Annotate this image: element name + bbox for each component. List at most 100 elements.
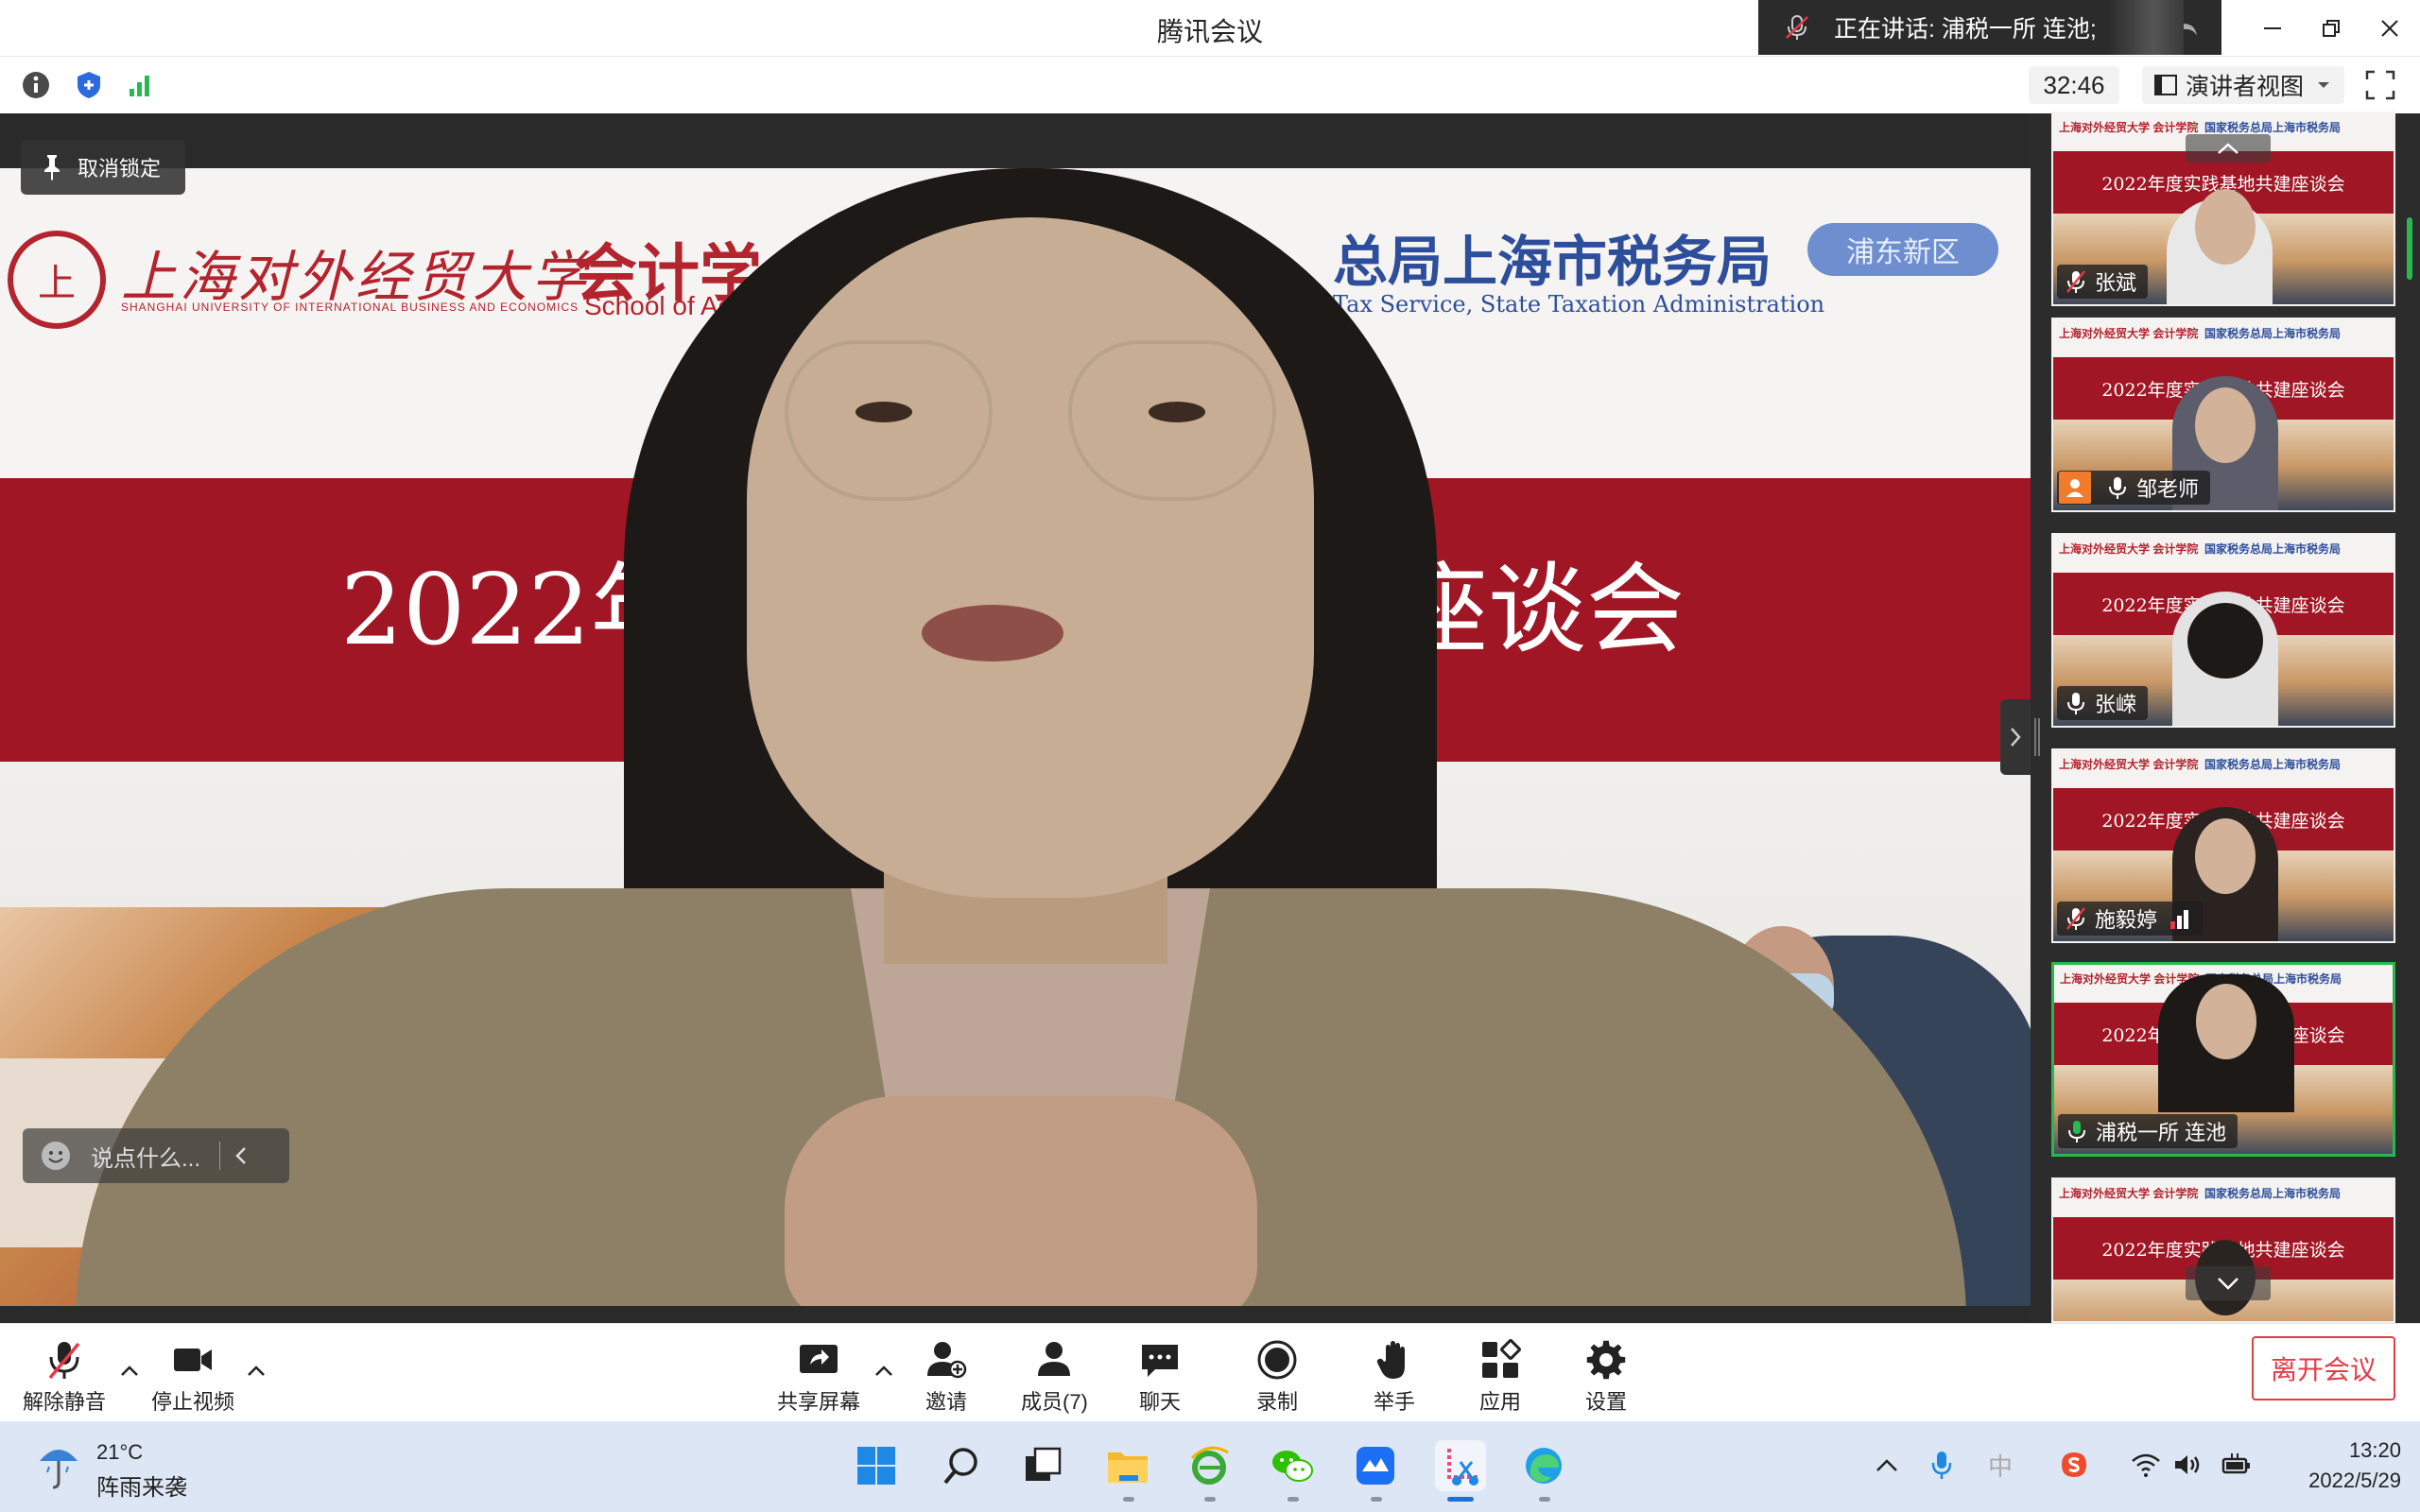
speaker-mouth	[922, 605, 1063, 662]
start-button[interactable]	[851, 1440, 902, 1491]
folder-icon	[1108, 1452, 1148, 1483]
tray-app-button[interactable]	[2057, 1448, 2091, 1482]
mic-muted-icon	[2066, 270, 2085, 293]
tencent-meeting-button[interactable]	[1350, 1440, 1401, 1491]
weather-description[interactable]: 阵雨来袭	[96, 1469, 187, 1502]
mic-icon	[2067, 693, 2084, 714]
speaker-hands	[785, 1096, 1257, 1323]
panel-resize-grip[interactable]	[2034, 718, 2040, 756]
participant-label: 邹老师	[2057, 471, 2211, 505]
restore-button[interactable]	[2312, 9, 2350, 47]
share-screen-icon	[800, 1345, 838, 1373]
tencent-meeting-icon	[1357, 1447, 1394, 1485]
battery-button[interactable]	[2220, 1448, 2254, 1482]
participant-face	[2195, 387, 2256, 463]
invite-button[interactable]: 邀请	[925, 1338, 968, 1418]
snipping-tool-icon	[1447, 1449, 1478, 1486]
unpin-button[interactable]: 取消锁定	[21, 140, 185, 195]
tile-logos: 上海对外经贸大学 会计学院 国家税务总局上海市税务局	[2059, 325, 2341, 341]
fullscreen-icon[interactable]	[2363, 68, 2397, 102]
umbrella-icon[interactable]	[36, 1438, 81, 1491]
edge-browser-indicator	[1539, 1497, 1550, 1502]
meeting-window: 腾讯会议 正在讲话: 浦税一所 连池; 32:46 演讲者视图 上 上海对外经贸…	[0, 0, 2420, 1421]
quick-chat-input[interactable]: 说点什么...	[23, 1128, 289, 1183]
stop-video-button[interactable]: 停止视频	[151, 1338, 234, 1418]
scroll-down-button[interactable]	[2186, 1266, 2271, 1300]
apps-grid-icon	[1482, 1339, 1521, 1378]
shield-icon	[78, 72, 100, 98]
clock-date[interactable]: 2022/5/29	[2250, 1469, 2401, 1493]
tile-logo-left: 上海对外经贸大学 会计学院	[2060, 972, 2200, 986]
speaking-indicator: 正在讲话: 浦税一所 连池;	[1758, 0, 2221, 55]
tile-logos: 上海对外经贸大学 会计学院 国家税务总局上海市税务局	[2059, 756, 2341, 772]
edge-browser-button[interactable]	[1518, 1440, 1569, 1491]
volume-button[interactable]	[2170, 1448, 2204, 1482]
taskbar-search-button[interactable]	[936, 1440, 987, 1491]
leave-meeting-button[interactable]: 离开会议	[2252, 1336, 2395, 1400]
search-icon	[943, 1448, 977, 1485]
tile-logo-right: 国家税务总局上海市税务局	[2204, 327, 2342, 340]
record-button[interactable]: 录制	[1255, 1338, 1299, 1418]
participant-name: 张嵘	[2095, 693, 2137, 716]
scroll-up-button[interactable]	[2186, 134, 2271, 163]
ime-indicator[interactable]: 中	[1983, 1448, 2017, 1482]
clock-time[interactable]: 13:20	[2307, 1438, 2401, 1463]
snipping-tool-button[interactable]	[1435, 1440, 1486, 1491]
meeting-toolbar	[0, 1323, 2420, 1421]
meeting-info-button[interactable]	[19, 68, 53, 102]
chat-bubble-icon	[1142, 1345, 1178, 1377]
weather-temperature[interactable]: 21°C	[96, 1440, 143, 1465]
file-explorer-button[interactable]	[1102, 1440, 1153, 1491]
collapse-panel-button[interactable]	[2000, 699, 2031, 775]
raise-hand-button[interactable]: 举手	[1373, 1338, 1416, 1418]
tile-logo-left: 上海对外经贸大学 会计学院	[2059, 758, 2199, 771]
minimize-button[interactable]	[2254, 9, 2291, 47]
avatar	[2059, 472, 2091, 504]
participant-label: 张斌	[2057, 265, 2149, 299]
video-options-chevron-icon[interactable]	[244, 1361, 268, 1382]
task-view-button[interactable]	[1017, 1440, 1068, 1491]
video-camera-icon	[174, 1349, 212, 1371]
share-options-chevron-icon[interactable]	[872, 1361, 896, 1382]
audio-options-chevron-icon[interactable]	[117, 1361, 142, 1382]
members-label: 成员(7)	[1021, 1390, 1088, 1414]
participant-name: 邹老师	[2136, 477, 2200, 501]
video-bottom-band	[0, 1306, 2031, 1323]
person-icon	[2066, 479, 2083, 497]
participant-tile[interactable]: 上海对外经贸大学 会计学院 国家税务总局上海市税务局 2022年度实践基地共建座…	[2051, 318, 2395, 512]
signal-bars-icon	[2170, 910, 2189, 929]
meeting-timer: 32:46	[2029, 66, 2119, 104]
chevron-up-icon	[1876, 1459, 1897, 1471]
participant-tile-active-speaker[interactable]: 上海对外经贸大学 会计学院 国家税务总局上海市税务局 2022年度实践基地共建座…	[2051, 962, 2395, 1157]
network-status-button[interactable]	[123, 68, 157, 102]
tray-mic-button[interactable]	[1925, 1448, 1959, 1482]
wechat-button[interactable]	[1267, 1440, 1318, 1491]
tile-logo-left: 上海对外经贸大学 会计学院	[2059, 121, 2199, 134]
chevron-left-icon[interactable]	[233, 1144, 249, 1167]
participant-tile[interactable]: 上海对外经贸大学 会计学院 国家税务总局上海市税务局 2022年度实践基地共建座…	[2051, 533, 2395, 728]
participant-hair	[2187, 603, 2263, 679]
ie-browser-button[interactable]	[1184, 1440, 1235, 1491]
speaking-fade	[2108, 0, 2184, 55]
view-mode-dropdown[interactable]: 演讲者视图	[2142, 66, 2344, 104]
tile-logo-right: 国家税务总局上海市税务局	[2204, 1187, 2342, 1200]
share-screen-button[interactable]: 共享屏幕	[777, 1338, 860, 1418]
security-button[interactable]	[72, 68, 106, 102]
show-hidden-icons-button[interactable]	[1870, 1448, 1904, 1482]
settings-button[interactable]: 设置	[1584, 1338, 1628, 1418]
wifi-icon	[2132, 1453, 2160, 1477]
wifi-button[interactable]	[2129, 1448, 2163, 1482]
tile-logos: 上海对外经贸大学 会计学院 国家税务总局上海市税务局	[2059, 119, 2341, 135]
participant-tile[interactable]: 上海对外经贸大学 会计学院 国家税务总局上海市税务局 2022年度实践基地共建座…	[2051, 1177, 2395, 1323]
chevron-down-icon	[2318, 82, 2330, 88]
members-button[interactable]: 成员(7)	[1021, 1338, 1088, 1418]
chat-button[interactable]: 聊天	[1138, 1338, 1182, 1418]
close-button[interactable]	[2371, 9, 2409, 47]
stop-video-label: 停止视频	[151, 1390, 235, 1414]
participant-tile[interactable]: 上海对外经贸大学 会计学院 国家税务总局上海市税务局 2022年度实践基地共建座…	[2051, 748, 2395, 943]
apps-button[interactable]: 应用	[1478, 1338, 1522, 1418]
panel-scrollbar[interactable]	[2407, 217, 2412, 280]
unmute-button[interactable]: 解除静音	[23, 1338, 106, 1418]
main-video: 上 上海对外经贸大学 SHANGHAI UNIVERSITY OF INTERN…	[0, 113, 2031, 1323]
mic-icon	[2109, 477, 2126, 499]
